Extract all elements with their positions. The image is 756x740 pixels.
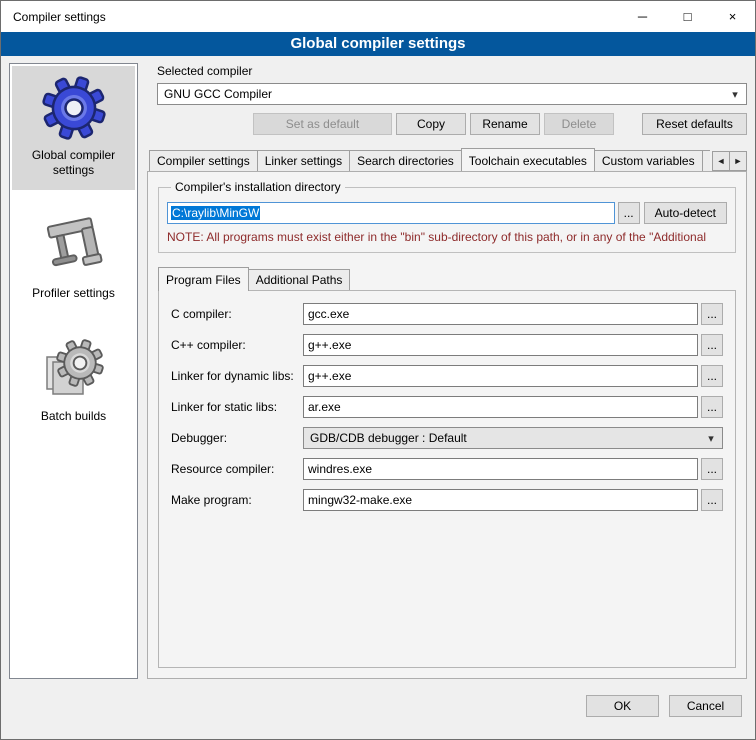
tab-compiler-settings[interactable]: Compiler settings	[149, 150, 258, 171]
reset-defaults-button[interactable]: Reset defaults	[642, 113, 747, 135]
minimize-icon: ─	[638, 9, 647, 24]
rename-button[interactable]: Rename	[470, 113, 540, 135]
ok-button[interactable]: OK	[586, 695, 659, 717]
field-row-linker-static: Linker for static libs: ...	[171, 396, 723, 418]
c-compiler-browse-button[interactable]: ...	[701, 303, 723, 325]
debugger-value: GDB/CDB debugger : Default	[310, 431, 704, 445]
c-compiler-input[interactable]	[303, 303, 698, 325]
titlebar: Compiler settings ─ □ ×	[1, 1, 755, 32]
field-row-linker-dynamic: Linker for dynamic libs: ...	[171, 365, 723, 387]
linker-dynamic-input[interactable]	[303, 365, 698, 387]
field-row-c-compiler: C compiler: ...	[171, 303, 723, 325]
compiler-action-buttons: Set as default Copy Rename Delete Reset …	[157, 113, 747, 135]
settings-tabstrip: Compiler settings Linker settings Search…	[149, 148, 747, 171]
make-program-label: Make program:	[171, 493, 303, 507]
tab-additional-paths[interactable]: Additional Paths	[248, 269, 351, 290]
sidebar-item-label: Profiler settings	[32, 286, 115, 301]
tab-build-options[interactable]: Buil	[702, 150, 710, 171]
installation-note: NOTE: All programs must exist either in …	[167, 230, 727, 244]
window-controls: ─ □ ×	[620, 1, 755, 32]
delete-button[interactable]: Delete	[544, 113, 614, 135]
close-icon: ×	[729, 9, 737, 24]
installation-path-selected-text: C:\raylib\MinGW	[171, 206, 260, 220]
dialog-body: Global compiler settings Profiler settin…	[1, 56, 755, 679]
cancel-button[interactable]: Cancel	[669, 695, 742, 717]
linker-dynamic-browse-button[interactable]: ...	[701, 365, 723, 387]
field-row-make-program: Make program: ...	[171, 489, 723, 511]
close-button[interactable]: ×	[710, 1, 755, 32]
field-row-cpp-compiler: C++ compiler: ...	[171, 334, 723, 356]
installation-directory-group: Compiler's installation directory C:\ray…	[158, 180, 736, 253]
linker-static-input[interactable]	[303, 396, 698, 418]
linker-static-label: Linker for static libs:	[171, 400, 303, 414]
sidebar-item-global-compiler-settings[interactable]: Global compiler settings	[12, 66, 135, 190]
program-files-tabstrip: Program Files Additional Paths	[158, 267, 736, 290]
debugger-label: Debugger:	[171, 431, 303, 445]
c-compiler-label: C compiler:	[171, 307, 303, 321]
tab-scroll-right-icon[interactable]: ►	[729, 151, 747, 171]
make-program-browse-button[interactable]: ...	[701, 489, 723, 511]
make-program-input[interactable]	[303, 489, 698, 511]
resource-compiler-input[interactable]	[303, 458, 698, 480]
program-files-panel: C compiler: ... C++ compiler: ... Linker…	[158, 290, 736, 668]
cpp-compiler-browse-button[interactable]: ...	[701, 334, 723, 356]
minimize-button[interactable]: ─	[620, 1, 665, 32]
tab-search-directories[interactable]: Search directories	[349, 150, 462, 171]
settings-sidebar: Global compiler settings Profiler settin…	[9, 63, 138, 679]
installation-directory-input[interactable]: C:\raylib\MinGW	[167, 202, 615, 224]
auto-detect-button[interactable]: Auto-detect	[644, 202, 727, 224]
selected-compiler-select[interactable]: GNU GCC Compiler ▾	[157, 83, 747, 105]
resource-compiler-label: Resource compiler:	[171, 462, 303, 476]
copy-button[interactable]: Copy	[396, 113, 466, 135]
linker-dynamic-label: Linker for dynamic libs:	[171, 369, 303, 383]
cpp-compiler-label: C++ compiler:	[171, 338, 303, 352]
main-panel: Selected compiler GNU GCC Compiler ▾ Set…	[147, 63, 747, 679]
sidebar-item-label: Global compiler settings	[14, 148, 133, 178]
installation-directory-legend: Compiler's installation directory	[171, 180, 345, 194]
debugger-select[interactable]: GDB/CDB debugger : Default ▾	[303, 427, 723, 449]
compiler-settings-window: Compiler settings ─ □ × Global compiler …	[0, 0, 756, 740]
sidebar-item-label: Batch builds	[41, 409, 106, 424]
selected-compiler-label: Selected compiler	[157, 64, 747, 78]
profiler-clamp-icon	[42, 214, 106, 278]
tab-toolchain-executables[interactable]: Toolchain executables	[461, 148, 595, 171]
browse-directory-button[interactable]: ...	[618, 202, 640, 224]
resource-compiler-browse-button[interactable]: ...	[701, 458, 723, 480]
linker-static-browse-button[interactable]: ...	[701, 396, 723, 418]
dialog-header: Global compiler settings	[1, 32, 755, 56]
sidebar-item-profiler-settings[interactable]: Profiler settings	[12, 204, 135, 313]
selected-compiler-value: GNU GCC Compiler	[164, 87, 728, 101]
set-as-default-button[interactable]: Set as default	[253, 113, 392, 135]
tab-program-files[interactable]: Program Files	[158, 267, 249, 291]
toolchain-executables-page: Compiler's installation directory C:\ray…	[147, 171, 747, 679]
tab-linker-settings[interactable]: Linker settings	[257, 150, 350, 171]
maximize-button[interactable]: □	[665, 1, 710, 32]
chevron-down-icon: ▾	[704, 432, 718, 445]
sidebar-item-batch-builds[interactable]: Batch builds	[12, 327, 135, 436]
field-row-debugger: Debugger: GDB/CDB debugger : Default ▾	[171, 427, 723, 449]
global-settings-gear-icon	[42, 76, 106, 140]
tab-scroll-left-icon[interactable]: ◄	[712, 151, 730, 171]
dialog-footer: OK Cancel	[1, 679, 755, 739]
tab-custom-variables[interactable]: Custom variables	[594, 150, 703, 171]
maximize-icon: □	[684, 9, 692, 24]
tabstrip-viewport: Compiler settings Linker settings Search…	[149, 148, 710, 171]
tab-scroll-buttons: ◄ ►	[712, 151, 747, 171]
batch-builds-gear-icon	[42, 337, 106, 401]
window-title: Compiler settings	[1, 10, 106, 24]
chevron-down-icon: ▾	[728, 88, 742, 101]
installation-path-row: C:\raylib\MinGW ... Auto-detect	[167, 202, 727, 224]
field-row-resource-compiler: Resource compiler: ...	[171, 458, 723, 480]
cpp-compiler-input[interactable]	[303, 334, 698, 356]
